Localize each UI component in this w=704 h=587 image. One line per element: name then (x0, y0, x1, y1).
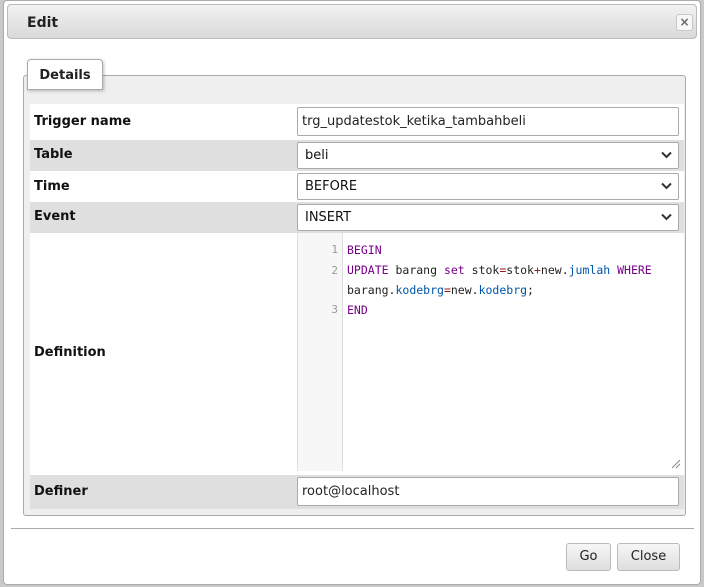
dialog-titlebar[interactable]: Edit × (7, 4, 697, 39)
definition-label: Definition (34, 345, 106, 360)
close-button[interactable]: Close (617, 543, 680, 571)
table-select-value: beli (305, 148, 329, 163)
row-event: Event INSERT (30, 202, 684, 233)
close-icon[interactable]: × (676, 14, 693, 31)
code-line-2-wrap: barang.kodebrg=new.kodebrg; (347, 283, 534, 297)
definer-input[interactable] (297, 477, 679, 506)
time-select[interactable]: BEFORE (297, 173, 679, 200)
code-token: UPDATE (347, 263, 389, 277)
event-select-value: INSERT (305, 210, 352, 225)
code-token: new. (540, 263, 569, 277)
chevron-down-icon (661, 151, 672, 159)
code-line-2: UPDATE barang set stok=stok+new.jumlah W… (347, 263, 652, 277)
time-label: Time (34, 179, 70, 194)
row-table: Table beli (30, 140, 684, 171)
dialog-title: Edit (27, 15, 59, 31)
line-number: 3 (331, 303, 338, 316)
code-token: + (533, 263, 541, 277)
trigger-name-label: Trigger name (34, 114, 132, 129)
code-token: stok (464, 263, 500, 277)
chevron-down-icon (661, 182, 672, 190)
footer-divider (11, 528, 694, 529)
code-token: kodebrg (478, 283, 528, 297)
go-button[interactable]: Go (566, 543, 611, 571)
line-number: 2 (331, 264, 338, 277)
code-line-3: END (347, 303, 368, 317)
code-token: WHERE (610, 263, 652, 277)
code-token: barang (388, 263, 444, 277)
chevron-down-icon (661, 213, 672, 221)
row-definition: Definition 1 2 3 BEGIN UPDATE barang set… (30, 233, 684, 475)
code-token: = (443, 283, 451, 297)
code-token: set (443, 263, 465, 277)
code-token: ; (527, 283, 534, 297)
code-token: stok (506, 263, 534, 277)
code-token: barang. (347, 283, 396, 297)
time-select-value: BEFORE (305, 179, 358, 194)
code-token: END (347, 303, 368, 317)
row-trigger-name: Trigger name (30, 104, 684, 140)
line-number: 1 (331, 243, 338, 256)
code-line-1: BEGIN (347, 243, 382, 257)
resize-handle-icon[interactable] (671, 459, 681, 469)
code-token: BEGIN (347, 243, 382, 257)
event-label: Event (34, 209, 76, 224)
definition-code-editor[interactable]: 1 2 3 BEGIN UPDATE barang set stok=stok+… (297, 233, 683, 471)
row-time: Time BEFORE (30, 171, 684, 202)
code-token: new. (450, 283, 479, 297)
code-token: jumlah (568, 263, 611, 277)
tab-details[interactable]: Details (27, 59, 103, 90)
definer-label: Definer (34, 484, 88, 499)
code-token: kodebrg (395, 283, 444, 297)
trigger-name-input[interactable] (297, 107, 679, 136)
event-select[interactable]: INSERT (297, 204, 679, 231)
table-label: Table (34, 147, 73, 162)
line-number-gutter: 1 2 3 (298, 233, 343, 471)
table-select[interactable]: beli (297, 142, 679, 169)
row-definer: Definer (30, 475, 684, 509)
edit-dialog: Edit × Details Trigger name Table beli T… (3, 0, 701, 585)
